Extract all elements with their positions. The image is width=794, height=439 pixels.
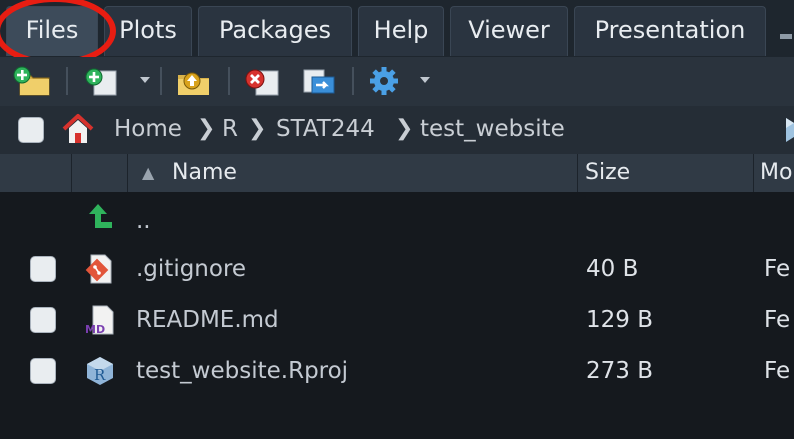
breadcrumb-r[interactable]: R [222, 114, 238, 144]
gear-icon[interactable] [366, 65, 406, 97]
rename-icon[interactable] [296, 65, 340, 97]
files-toolbar [0, 57, 794, 107]
row-checkbox[interactable] [30, 358, 56, 384]
toolbar-separator [228, 67, 230, 95]
git-file-icon [85, 254, 112, 284]
home-icon[interactable] [60, 111, 96, 147]
column-header-modified[interactable]: Mo [754, 154, 794, 192]
upload-icon[interactable] [172, 65, 216, 97]
file-size: 129 B [586, 307, 653, 333]
file-size: 40 B [586, 256, 639, 282]
breadcrumb-test-website: test_website [420, 116, 565, 142]
tab-files[interactable]: Files [6, 6, 98, 56]
toolbar-separator [352, 67, 354, 95]
tab-label: Packages [219, 16, 331, 44]
tab-help[interactable]: Help [358, 6, 444, 56]
file-modified: Fe [764, 307, 791, 333]
row-checkbox[interactable] [30, 307, 56, 333]
column-header-name[interactable]: ▲ Name [128, 154, 578, 192]
column-header-size-label: Size [585, 160, 631, 185]
breadcrumb-home[interactable]: Home [114, 114, 182, 144]
tab-packages[interactable]: Packages [198, 6, 352, 56]
tab-label: Plots [119, 16, 177, 44]
table-row[interactable]: R test_website.Rproj 273 B Fe [0, 346, 794, 396]
rproj-badge-text: R [94, 366, 106, 384]
toolbar-separator [160, 67, 162, 95]
rproj-file-icon: R [87, 357, 113, 385]
header-icon-column [72, 154, 128, 192]
breadcrumb-separator: ❯ [395, 116, 414, 141]
column-header-name-label: Name [172, 160, 237, 185]
file-size: 273 B [586, 358, 653, 384]
tab-plots[interactable]: Plots [104, 6, 192, 56]
breadcrumb-stat244[interactable]: STAT244 [276, 114, 375, 144]
minimize-pane-icon[interactable] [780, 34, 792, 39]
file-name[interactable]: .gitignore [136, 244, 246, 294]
tab-label: Files [25, 16, 79, 44]
file-list-header: ▲ Name Size Mo [0, 154, 794, 192]
project-cube-icon[interactable] [778, 116, 794, 144]
file-name[interactable]: test_website.Rproj [136, 346, 348, 396]
tab-presentation[interactable]: Presentation [574, 6, 766, 56]
header-checkbox-column [0, 154, 72, 192]
file-modified: Fe [764, 358, 791, 384]
tab-bar: Files Plots Packages Help Viewer Present… [0, 0, 794, 57]
markdown-badge-text: MD [85, 323, 105, 336]
tab-viewer[interactable]: Viewer [450, 6, 568, 56]
parent-directory-row[interactable]: .. [0, 192, 794, 242]
file-name[interactable]: README.md [136, 295, 279, 345]
row-checkbox[interactable] [30, 256, 56, 282]
tab-label: Help [373, 16, 429, 44]
file-modified: Fe [764, 256, 791, 282]
tab-label: Viewer [468, 16, 550, 44]
sort-ascending-icon: ▲ [142, 163, 155, 182]
breadcrumb-separator: ❯ [197, 116, 216, 141]
select-all-checkbox[interactable] [18, 117, 44, 143]
chevron-down-icon[interactable] [420, 77, 430, 83]
table-row[interactable]: MD README.md 129 B Fe [0, 295, 794, 345]
delete-icon[interactable] [240, 65, 284, 97]
breadcrumb-separator: ❯ [248, 116, 267, 141]
tab-label: Presentation [594, 16, 746, 44]
table-row[interactable]: .gitignore 40 B Fe [0, 244, 794, 294]
column-header-modified-label: Mo [760, 160, 793, 185]
up-arrow-icon [89, 204, 112, 228]
new-folder-icon[interactable] [12, 65, 56, 97]
new-file-icon[interactable] [80, 65, 124, 97]
column-header-size[interactable]: Size [578, 154, 754, 192]
breadcrumb: Home ❯ R ❯ STAT244 ❯ test_website [0, 106, 794, 154]
toolbar-separator [66, 67, 68, 95]
chevron-down-icon[interactable] [140, 77, 150, 83]
parent-directory-label: .. [136, 208, 151, 234]
markdown-file-icon: MD [85, 305, 114, 336]
